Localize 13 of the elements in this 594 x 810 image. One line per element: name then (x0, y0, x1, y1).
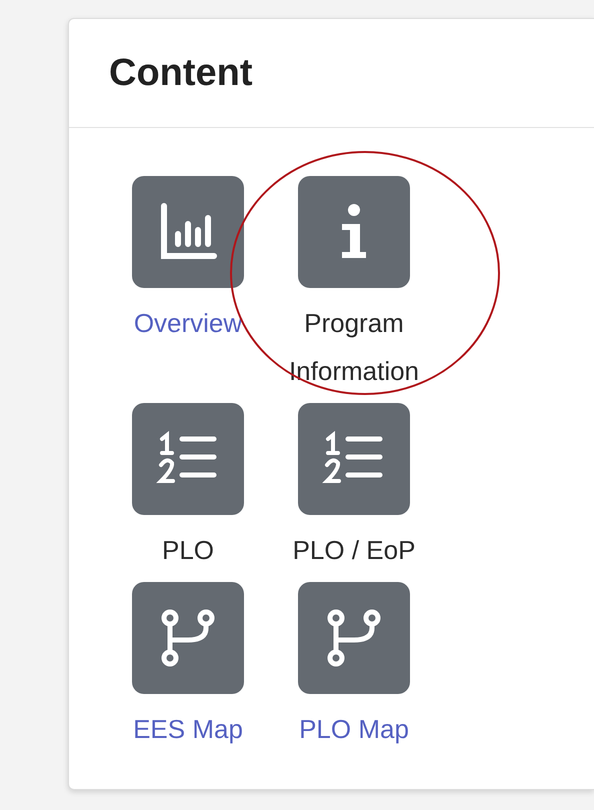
tile-button[interactable] (132, 403, 244, 515)
tile-label[interactable]: PLO (162, 526, 214, 574)
tile-button[interactable] (132, 582, 244, 694)
tile-button[interactable] (298, 176, 410, 288)
tile-button[interactable] (298, 582, 410, 694)
tile-button[interactable] (298, 403, 410, 515)
tile-link[interactable]: EES Map (133, 705, 243, 753)
tile-link[interactable]: Overview (134, 299, 242, 347)
tile-button[interactable] (132, 176, 244, 288)
tile-label[interactable]: PLO / EoP (292, 526, 416, 574)
tile-link[interactable]: PLO Map (299, 705, 409, 753)
card-title: Content (109, 52, 253, 94)
tile-label[interactable]: Program Information (271, 299, 437, 395)
